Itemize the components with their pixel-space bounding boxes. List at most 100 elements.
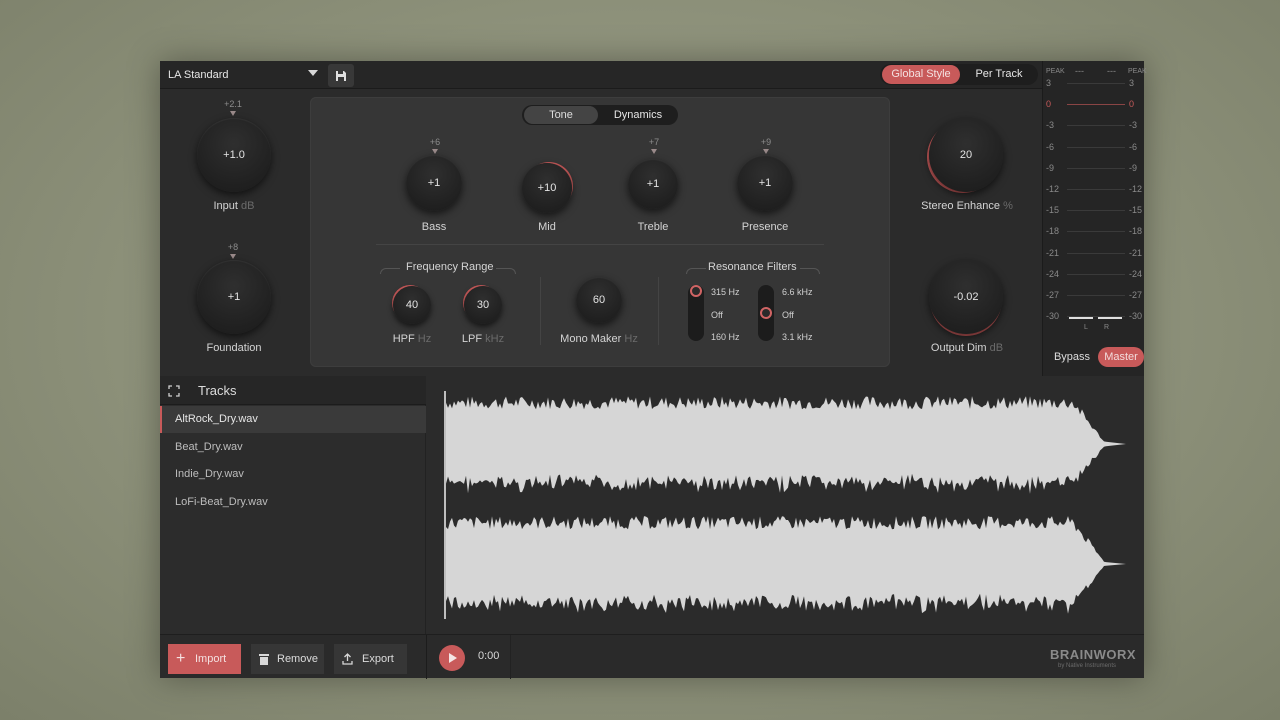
res-right-top[interactable]: 6.6 kHz — [782, 287, 813, 297]
treble-marker-value: +7 — [648, 137, 660, 147]
stereo-enhance-value: 20 — [959, 149, 973, 161]
hpf-label-text: HPF — [392, 333, 415, 345]
mid-label: Mid — [538, 221, 556, 233]
meter-gridline — [1067, 252, 1125, 254]
meter-scale-label-right: -3 — [1129, 120, 1138, 131]
input-marker-value: +2.1 — [224, 99, 242, 109]
meter-gridline — [1067, 104, 1125, 106]
bass-value: +1 — [427, 177, 441, 189]
import-button[interactable]: + Import — [168, 644, 241, 674]
input-label: Input dB — [198, 200, 270, 212]
global-style-button[interactable]: Global Style — [882, 65, 960, 84]
hpf-knob[interactable]: 40 — [393, 286, 431, 324]
meter-scale-label-right: -27 — [1129, 290, 1143, 300]
foundation-knob[interactable]: +1 — [197, 260, 271, 334]
remove-button[interactable]: Remove — [251, 644, 324, 674]
meter-gridline — [1067, 295, 1125, 296]
mono-maker-unit: Hz — [624, 333, 638, 345]
tracks-title: Tracks — [198, 383, 237, 398]
stereo-enhance-unit: % — [1003, 200, 1013, 212]
resonance-switch-left-handle[interactable] — [690, 285, 702, 297]
lpf-knob[interactable]: 30 — [464, 286, 502, 324]
section-divider — [540, 277, 541, 345]
resonance-switch-right[interactable] — [758, 285, 774, 341]
export-label: Export — [362, 653, 394, 665]
mono-maker-label: Mono Maker Hz — [559, 333, 639, 345]
track-item[interactable]: Indie_Dry.wav — [160, 461, 426, 488]
mid-value: +10 — [537, 182, 557, 194]
playback-time: 0:00 — [478, 650, 500, 662]
track-item[interactable]: Beat_Dry.wav — [160, 434, 426, 461]
meter-scale-label-right: -6 — [1129, 141, 1138, 152]
save-preset-button[interactable] — [328, 64, 354, 87]
chevron-down-icon[interactable] — [308, 70, 318, 76]
meter-scale-label-left: -6 — [1046, 141, 1055, 152]
output-dim-unit: dB — [989, 342, 1004, 354]
bypass-button[interactable]: Bypass — [1047, 347, 1097, 367]
output-dim-label: Output Dim dB — [917, 342, 1017, 354]
stereo-enhance-knob[interactable]: 20 — [929, 118, 1003, 192]
meter-scale-label-left: -27 — [1046, 290, 1060, 300]
presence-knob[interactable]: +1 — [737, 155, 793, 211]
hpf-label: HPF Hz — [387, 333, 437, 345]
res-right-bottom[interactable]: 3.1 kHz — [782, 332, 813, 342]
trash-icon — [259, 654, 269, 665]
export-button[interactable]: Export — [334, 644, 407, 674]
treble-value: +1 — [646, 178, 660, 190]
waveform-channel — [446, 396, 1126, 494]
lpf-unit: kHz — [485, 333, 505, 345]
mono-maker-knob[interactable]: 60 — [576, 277, 622, 323]
channel-l-label: L — [1084, 324, 1088, 331]
waveform-view[interactable] — [426, 376, 1144, 634]
waveform[interactable] — [426, 376, 1144, 634]
meter-scale-label-right: -18 — [1129, 226, 1143, 237]
lpf-value: 30 — [476, 299, 490, 311]
meter-gridline — [1067, 210, 1125, 212]
controls-area: +2.1 +1.0 Input dB +8 +1 Foundation Tone… — [160, 89, 1042, 376]
meter-bar-r — [1098, 317, 1122, 319]
output-dim-value: -0.02 — [953, 291, 979, 303]
save-icon — [336, 71, 346, 81]
mid-knob[interactable]: +10 — [522, 163, 572, 213]
stereo-enhance-label: Stereo Enhance % — [912, 200, 1022, 212]
preset-name: LA Standard — [168, 69, 229, 81]
input-knob[interactable]: +1.0 — [197, 118, 271, 192]
treble-knob[interactable]: +1 — [628, 159, 678, 209]
res-left-top[interactable]: 315 Hz — [711, 287, 740, 297]
play-button[interactable] — [439, 645, 465, 671]
meter-gridline — [1067, 189, 1125, 190]
meter-scale-label-right: -21 — [1129, 247, 1143, 258]
remove-label: Remove — [277, 653, 318, 665]
meter-scale-label-left: -21 — [1046, 247, 1060, 258]
resonance-switch-left[interactable] — [688, 285, 704, 341]
master-button[interactable]: Master — [1098, 347, 1144, 367]
bass-marker-value: +6 — [429, 137, 441, 147]
track-item[interactable]: AltRock_Dry.wav — [160, 406, 426, 433]
bass-knob[interactable]: +1 — [406, 155, 462, 211]
input-unit: dB — [241, 200, 255, 212]
tracks-panel: Tracks AltRock_Dry.wav Beat_Dry.wav Indi… — [160, 376, 426, 634]
bracket — [686, 268, 706, 274]
per-track-button[interactable]: Per Track — [962, 65, 1036, 84]
presence-value: +1 — [758, 177, 772, 189]
output-dim-knob[interactable]: -0.02 — [929, 260, 1003, 334]
treble-marker-icon — [651, 149, 657, 154]
brand-subtitle: by Native Instruments — [1058, 663, 1117, 669]
meter-gridline — [1067, 273, 1125, 275]
peak-label-left: PEAK — [1046, 68, 1065, 75]
meter-scale-label-right: 0 — [1129, 99, 1135, 110]
track-item[interactable]: LoFi-Beat_Dry.wav — [160, 489, 426, 516]
plugin-window: LA Standard Global Style Per Track +2.1 … — [160, 61, 1147, 679]
tracks-header: Tracks — [160, 376, 426, 405]
res-left-bottom[interactable]: 160 Hz — [711, 332, 740, 342]
expand-icon[interactable] — [168, 385, 180, 397]
tab-tone[interactable]: Tone — [524, 106, 598, 124]
res-left-mid[interactable]: Off — [711, 310, 723, 320]
tab-dynamics[interactable]: Dynamics — [600, 106, 676, 124]
res-right-mid[interactable]: Off — [782, 310, 794, 320]
meter-scale-label-right: 3 — [1129, 78, 1135, 88]
meter-scale-label-left: -12 — [1046, 184, 1060, 194]
preset-selector[interactable]: LA Standard — [162, 63, 324, 87]
resonance-switch-right-handle[interactable] — [760, 307, 772, 319]
bracket — [380, 268, 400, 274]
